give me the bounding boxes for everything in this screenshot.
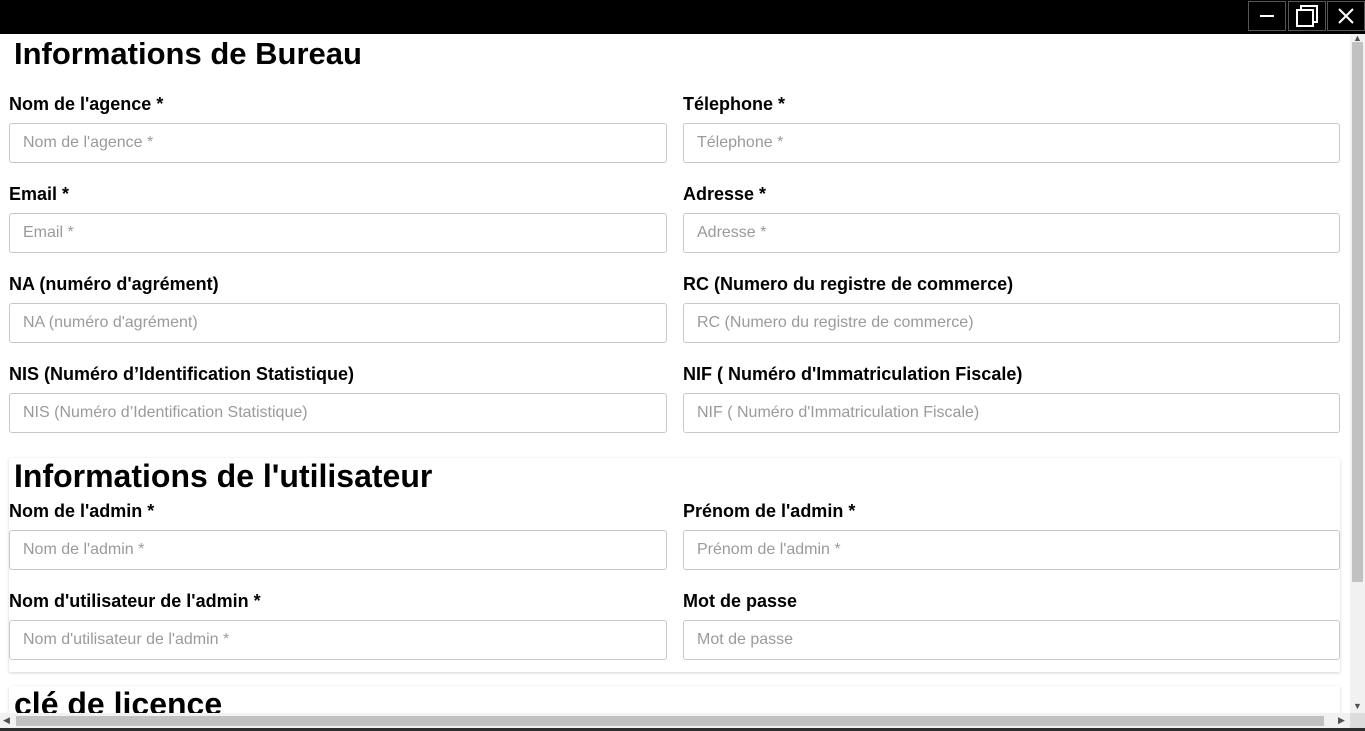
agence-input[interactable]: [9, 123, 667, 163]
nis-label: NIS (Numéro d’Identification Statistique…: [9, 364, 355, 384]
nif-input[interactable]: [683, 393, 1340, 433]
rc-input[interactable]: [683, 303, 1340, 343]
licence-section-title: clé de licence: [14, 686, 223, 713]
close-button[interactable]: [1327, 1, 1365, 31]
scroll-right-icon[interactable]: ▶: [1338, 716, 1345, 725]
na-label: NA (numéro d'agrément): [9, 274, 219, 294]
horizontal-scroll-thumb[interactable]: [16, 716, 1324, 726]
password-label: Mot de passe: [683, 591, 798, 611]
form-scroll-area: Informations de Bureau Nom de l'agence *…: [0, 34, 1350, 713]
close-icon: [1338, 8, 1354, 24]
username-admin-label: Nom d'utilisateur de l'admin *: [9, 591, 261, 611]
bureau-section-title: Informations de Bureau: [14, 36, 362, 71]
nom-admin-input[interactable]: [9, 530, 667, 570]
minimize-button[interactable]: [1248, 1, 1286, 31]
maximize-button[interactable]: [1288, 1, 1326, 31]
horizontal-scrollbar[interactable]: ◀ ▶: [0, 713, 1350, 728]
minimize-icon: [1259, 8, 1275, 24]
email-input[interactable]: [9, 213, 667, 253]
nif-label: NIF ( Numéro d'Immatriculation Fiscale): [683, 364, 1023, 384]
prenom-admin-label: Prénom de l'admin *: [683, 501, 856, 521]
adresse-input[interactable]: [683, 213, 1340, 253]
nis-input[interactable]: [9, 393, 667, 433]
username-admin-input[interactable]: [9, 620, 667, 660]
maximize-icon: [1296, 5, 1318, 27]
user-section-title: Informations de l'utilisateur: [14, 458, 433, 494]
prenom-admin-input[interactable]: [683, 530, 1340, 570]
email-label: Email *: [9, 184, 70, 204]
vertical-scroll-thumb[interactable]: [1352, 42, 1363, 582]
scrollbar-corner: [1350, 713, 1365, 728]
nom-admin-label: Nom de l'admin *: [9, 501, 155, 521]
agence-label: Nom de l'agence *: [9, 94, 164, 114]
vertical-scrollbar[interactable]: ▲ ▼: [1350, 34, 1365, 713]
password-input[interactable]: [683, 620, 1340, 660]
adresse-label: Adresse *: [683, 184, 767, 204]
window-titlebar: [0, 0, 1365, 34]
telephone-label: Télephone *: [683, 94, 786, 114]
scroll-left-icon[interactable]: ◀: [3, 716, 10, 725]
na-input[interactable]: [9, 303, 667, 343]
rc-label: RC (Numero du registre de commerce): [683, 274, 1014, 294]
telephone-input[interactable]: [683, 123, 1340, 163]
scroll-down-icon[interactable]: ▼: [1353, 702, 1362, 711]
